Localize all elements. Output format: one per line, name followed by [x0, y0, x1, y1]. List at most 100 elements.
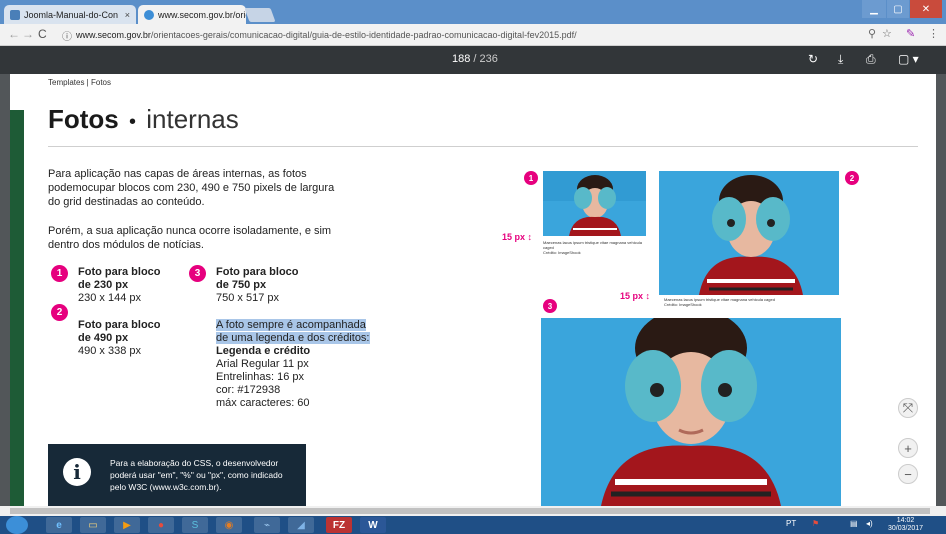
photo-sample-230: [543, 171, 646, 236]
selected-text[interactable]: A foto sempre é acompanhada: [216, 319, 366, 331]
minimize-icon[interactable]: ▁: [862, 0, 886, 18]
rotate-icon[interactable]: ↻: [808, 52, 818, 66]
app-icon[interactable]: ◢: [288, 517, 314, 533]
page-total: / 236: [473, 53, 498, 65]
globe-favicon-icon: [144, 9, 154, 20]
info-text: Para a elaboração do CSS, o desenvolvedo…: [110, 458, 283, 492]
fit-page-icon[interactable]: ⤧: [898, 398, 918, 418]
back-arrow-icon[interactable]: ←: [8, 27, 20, 41]
spec-title: Foto para bloco: [78, 266, 161, 278]
tab-title: www.secom.gov.br/orien: [158, 9, 246, 20]
breadcrumb: Templates | Fotos: [48, 78, 111, 87]
word-icon[interactable]: W: [360, 517, 386, 533]
bookmark-icon[interactable]: ▢ ▾: [898, 52, 919, 66]
spec-750: Foto para bloco de 750 px 750 x 517 px: [216, 266, 299, 305]
caption-leading: Entrelinhas: 16 px: [216, 371, 305, 383]
spec-title: de 750 px: [216, 279, 267, 291]
extension-icon[interactable]: ✎: [906, 27, 915, 40]
tab-title: Joomla-Manual-do-Con: [24, 9, 119, 20]
photo-sample-750: [541, 318, 841, 506]
bookmark-star-icon[interactable]: ☆: [882, 27, 892, 40]
skype-icon[interactable]: S: [182, 517, 208, 533]
browser-toolbar: ← → C ⓘ www.secom.gov.br/orientacoes-ger…: [0, 24, 946, 46]
selected-text[interactable]: de uma legenda e dos créditos:: [216, 332, 370, 344]
windows-taskbar: e ▭ ▶ ● S ◉ ⌁ ◢ FZ W PT ⚑ ▤ ◂) 14:02 30/…: [0, 516, 946, 534]
scrollbar-thumb[interactable]: [10, 508, 930, 514]
url-host: www.secom.gov.br: [76, 30, 151, 40]
photo-badge: 2: [845, 171, 859, 185]
title-divider: [48, 146, 918, 147]
firefox-icon[interactable]: ◉: [216, 517, 242, 533]
photo-caption: Maecenas lacus ipsum tristique vitae mag…: [543, 240, 646, 255]
title-light: internas: [146, 104, 239, 134]
spec-title: de 230 px: [78, 279, 129, 291]
network-icon[interactable]: ⌁: [254, 517, 280, 533]
folder-icon[interactable]: ▭: [80, 517, 106, 533]
reload-icon[interactable]: C: [38, 27, 47, 41]
page-favicon-icon: [10, 9, 20, 20]
page-indicator: 188 / 236: [452, 53, 498, 65]
spec-size: 230 x 144 px: [78, 292, 141, 304]
title-separator: •: [129, 111, 137, 133]
language-indicator[interactable]: PT: [786, 519, 796, 528]
caption-max: máx caracteres: 60: [216, 397, 310, 409]
forward-arrow-icon[interactable]: →: [22, 27, 34, 41]
clock[interactable]: 14:02 30/03/2017: [888, 517, 923, 533]
address-bar[interactable]: ⓘ www.secom.gov.br/orientacoes-gerais/co…: [62, 27, 882, 43]
zoom-out-button[interactable]: −: [898, 464, 918, 484]
chrome-icon[interactable]: ●: [148, 517, 174, 533]
boy-photo-image: [543, 171, 646, 236]
start-button-icon[interactable]: [6, 516, 28, 534]
volume-icon[interactable]: ◂): [866, 519, 873, 528]
close-icon[interactable]: ✕: [910, 0, 942, 18]
print-icon[interactable]: ⎙: [866, 52, 876, 67]
browser-titlebar: Joomla-Manual-do-Con × www.secom.gov.br/…: [0, 0, 946, 24]
tab-close-icon[interactable]: ×: [125, 10, 130, 20]
horizontal-scrollbar[interactable]: [0, 506, 946, 516]
info-circle-icon[interactable]: ⓘ: [62, 28, 72, 43]
download-icon[interactable]: ⤓: [838, 52, 843, 67]
alert-flag-icon[interactable]: ⚑: [812, 519, 819, 528]
current-page[interactable]: 188: [452, 53, 470, 65]
photo-badge: 3: [543, 299, 557, 313]
boy-photo-image: [659, 171, 839, 295]
zoom-icon[interactable]: ⚲: [868, 27, 876, 40]
spec-number-badge: 3: [189, 265, 206, 282]
url-path: /orientacoes-gerais/comunicacao-digital/…: [150, 30, 577, 40]
spec-title: Foto para bloco: [216, 266, 299, 278]
gap-label-text: 15 px: [502, 232, 526, 242]
spec-number-badge: 1: [51, 265, 68, 282]
tab-secom[interactable]: www.secom.gov.br/orien ×: [138, 5, 246, 24]
page-side-bar: [10, 110, 24, 506]
network-tray-icon[interactable]: ▤: [850, 519, 858, 528]
filezilla-icon[interactable]: FZ: [326, 517, 352, 533]
clock-time: 14:02: [896, 517, 915, 524]
media-icon[interactable]: ▶: [114, 517, 140, 533]
info-icon: i: [63, 458, 91, 486]
boy-photo-image: [541, 318, 841, 506]
caption-text: Maecenas lacus ipsum tristique vitae mag…: [543, 240, 642, 250]
gap-label: 15 px ↕: [620, 291, 651, 301]
spec-size: 490 x 338 px: [78, 345, 141, 357]
spec-230: Foto para bloco de 230 px 230 x 144 px: [78, 266, 161, 305]
caption-title: Legenda e crédito: [216, 345, 311, 357]
caption-spec: A foto sempre é acompanhada de uma legen…: [216, 319, 370, 410]
photo-badge: 1: [524, 171, 538, 185]
usage-paragraph: Porém, a sua aplicação nunca ocorre isol…: [48, 225, 332, 251]
new-tab-button[interactable]: [244, 8, 276, 22]
caption-color: cor: #172938: [216, 384, 281, 396]
menu-dots-icon[interactable]: ⋮: [928, 27, 939, 40]
ie-icon[interactable]: e: [46, 517, 72, 533]
credit-text: Crédito: ImageShook: [664, 302, 702, 307]
tab-joomla-manual[interactable]: Joomla-Manual-do-Con ×: [4, 5, 136, 24]
zoom-in-button[interactable]: +: [898, 438, 918, 458]
intro-paragraph: Para aplicação nas capas de áreas intern…: [48, 168, 335, 208]
credit-text: Crédito: ImageShook: [543, 250, 581, 255]
spec-title: de 490 px: [78, 332, 129, 344]
page-title: Fotos • internas: [48, 104, 239, 135]
maximize-icon[interactable]: ▢: [887, 0, 909, 18]
spec-title: Foto para bloco: [78, 319, 161, 331]
pdf-toolbar: 188 / 236 ↻ ⤓ ⎙ ▢ ▾: [0, 46, 946, 74]
spec-size: 750 x 517 px: [216, 292, 279, 304]
title-bold: Fotos: [48, 104, 119, 134]
